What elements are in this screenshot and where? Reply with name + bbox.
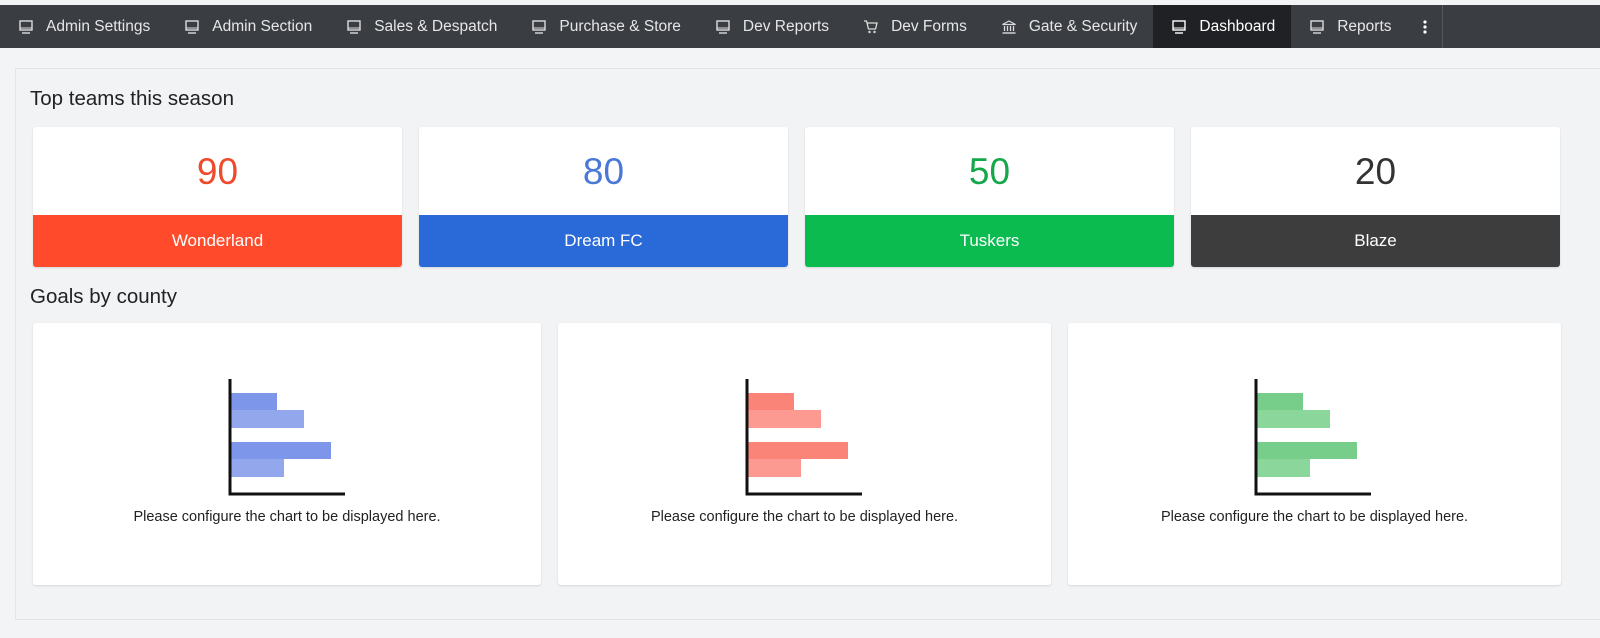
nav-label: Dev Forms <box>891 17 967 35</box>
nav-label: Dashboard <box>1199 17 1276 35</box>
nav-label: Sales & Despatch <box>374 17 498 35</box>
team-card-wonderland[interactable]: 90 Wonderland <box>33 127 402 267</box>
nav-item-admin-section[interactable]: Admin Section <box>166 5 328 48</box>
nav-label: Reports <box>1337 17 1392 35</box>
team-name: Wonderland <box>33 215 402 267</box>
next-section-title-cutoff <box>30 600 180 610</box>
cart-icon <box>863 19 879 35</box>
nav-item-admin-settings[interactable]: Admin Settings <box>0 5 166 48</box>
team-score: 20 <box>1354 150 1397 192</box>
team-score: 80 <box>582 150 625 192</box>
team-score: 90 <box>196 150 239 192</box>
team-card-blaze[interactable]: 20 Blaze <box>1191 127 1560 267</box>
chart-card-2[interactable]: Please configure the chart to be display… <box>558 323 1051 585</box>
monitor-icon <box>18 19 34 35</box>
nav-item-sales-despatch[interactable]: Sales & Despatch <box>328 5 513 48</box>
nav-label: Admin Section <box>212 17 313 35</box>
chart-card-1[interactable]: Please configure the chart to be display… <box>33 323 541 585</box>
dashboard-panel: Top teams this season 90 Wonderland 80 D… <box>15 68 1600 620</box>
monitor-icon <box>184 19 200 35</box>
nav-item-purchase-store[interactable]: Purchase & Store <box>513 5 696 48</box>
monitor-icon <box>531 19 547 35</box>
nav-item-reports[interactable]: Reports <box>1291 5 1407 48</box>
team-card-dream-fc[interactable]: 80 Dream FC <box>419 127 788 267</box>
team-card-tuskers[interactable]: 50 Tuskers <box>805 127 1174 267</box>
nav-label: Dev Reports <box>742 17 830 35</box>
team-name: Blaze <box>1191 215 1560 267</box>
monitor-icon <box>346 19 362 35</box>
team-name: Tuskers <box>805 215 1174 267</box>
more-menu-button[interactable] <box>1408 5 1443 48</box>
placeholder-bar-chart-icon <box>1254 379 1371 496</box>
chart-placeholder-message: Please configure the chart to be display… <box>650 509 959 525</box>
chart-card-3[interactable]: Please configure the chart to be display… <box>1068 323 1561 585</box>
nav-item-dev-reports[interactable]: Dev Reports <box>697 5 845 48</box>
nav-item-dashboard[interactable]: Dashboard <box>1153 5 1292 48</box>
nav-label: Purchase & Store <box>559 17 681 35</box>
monitor-icon <box>715 19 731 35</box>
team-name: Dream FC <box>419 215 788 267</box>
nav-item-dev-forms[interactable]: Dev Forms <box>845 5 983 48</box>
team-score: 50 <box>968 150 1011 192</box>
monitor-icon <box>1171 19 1187 35</box>
nav-label: Admin Settings <box>46 17 151 35</box>
chart-placeholder-message: Please configure the chart to be display… <box>133 509 441 525</box>
bank-icon <box>1001 19 1017 35</box>
goals-by-county-title: Goals by county <box>30 285 177 308</box>
chart-placeholder-message: Please configure the chart to be display… <box>1160 509 1469 525</box>
monitor-icon <box>1309 19 1325 35</box>
top-navigation: Admin Settings Admin Section Sales & Des… <box>0 5 1600 48</box>
vertical-ellipsis-icon <box>1422 19 1427 34</box>
nav-label: Gate & Security <box>1028 17 1138 35</box>
nav-item-gate-security[interactable]: Gate & Security <box>983 5 1154 48</box>
placeholder-bar-chart-icon <box>745 379 862 496</box>
nav-filler <box>1443 5 1600 48</box>
top-teams-title: Top teams this season <box>30 87 234 110</box>
placeholder-bar-chart-icon <box>228 379 345 496</box>
